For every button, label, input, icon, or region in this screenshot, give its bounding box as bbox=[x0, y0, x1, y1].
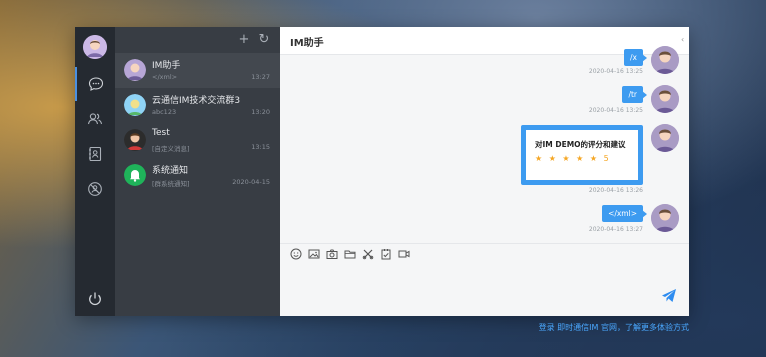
send-icon bbox=[662, 289, 676, 302]
message-time: 2020-04-16 13:26 bbox=[588, 187, 643, 194]
conversation-item[interactable]: 云通信IM技术交流群3 abc123 13:20 bbox=[115, 88, 280, 123]
message-time: 2020-04-16 13:25 bbox=[588, 107, 643, 114]
address-book-icon bbox=[89, 146, 102, 162]
divider bbox=[280, 243, 689, 244]
conversation-name: IM助手 bbox=[152, 61, 181, 71]
message-time: 2020-04-16 13:27 bbox=[588, 226, 643, 233]
list-toolbar: + ↻ bbox=[115, 27, 280, 53]
conversation-name: 云通信IM技术交流群3 bbox=[152, 96, 241, 106]
nav-address-book[interactable] bbox=[75, 137, 115, 171]
camera-icon[interactable] bbox=[325, 247, 339, 261]
chat-panel: IM助手 ‹ /x 2020-04-16 13:25 /tr 2020-04-1… bbox=[280, 27, 689, 316]
conversation-preview: </xml> bbox=[152, 73, 178, 81]
conversation-list: + ↻ IM助手 </xml> 13:27 云通信IM技术交流群3 abc123… bbox=[115, 27, 280, 316]
folder-icon[interactable] bbox=[343, 247, 357, 261]
checklist-icon[interactable] bbox=[379, 247, 393, 261]
nav-chat[interactable] bbox=[75, 67, 115, 101]
contacts-icon bbox=[87, 113, 103, 125]
avatar bbox=[651, 85, 679, 113]
conversation-preview: [自定义消息] bbox=[152, 145, 190, 153]
conversation-item[interactable]: Test [自定义消息] 13:15 bbox=[115, 123, 280, 158]
image-icon[interactable] bbox=[307, 247, 321, 261]
avatar bbox=[124, 59, 146, 81]
avatar bbox=[651, 46, 679, 74]
message-bubble: </xml> bbox=[602, 205, 647, 222]
conversation-time: 13:27 bbox=[251, 73, 270, 81]
star-rating: ★ ★ ★ ★ ★ 5 bbox=[535, 154, 611, 163]
add-icon[interactable]: + bbox=[237, 33, 251, 47]
conversation-name: Test bbox=[152, 128, 170, 138]
official-site-link[interactable]: 登录 即时通信IM 官网，了解更多体验方式 bbox=[539, 322, 689, 333]
avatar bbox=[651, 204, 679, 232]
avatar bbox=[651, 124, 679, 152]
nav-contacts[interactable] bbox=[75, 102, 115, 136]
rating-card[interactable]: 对IM DEMO的评分和建议 ★ ★ ★ ★ ★ 5 bbox=[521, 125, 643, 185]
avatar bbox=[124, 94, 146, 116]
message-bubble: /x bbox=[624, 49, 647, 66]
conversation-time: 13:20 bbox=[251, 108, 270, 116]
conversation-preview: [群系统通知] bbox=[152, 180, 190, 188]
chevron-left-icon[interactable]: ‹ bbox=[681, 35, 689, 45]
bell-icon bbox=[124, 164, 146, 186]
conversation-item[interactable]: IM助手 </xml> 13:27 bbox=[115, 53, 280, 88]
user-avatar[interactable] bbox=[83, 35, 107, 59]
video-icon[interactable] bbox=[397, 247, 411, 261]
im-app-window: + ↻ IM助手 </xml> 13:27 云通信IM技术交流群3 abc123… bbox=[75, 27, 689, 316]
message-bubble: /tr bbox=[622, 86, 647, 103]
avatar bbox=[124, 129, 146, 151]
nav-blacklist[interactable] bbox=[75, 172, 115, 206]
conversation-item[interactable]: 系统通知 [群系统通知] 2020-04-15 bbox=[115, 158, 280, 193]
conversation-time: 13:15 bbox=[251, 143, 270, 151]
logout-button[interactable] bbox=[75, 282, 115, 316]
rating-value: 5 bbox=[603, 154, 611, 163]
conversation-preview: abc123 bbox=[152, 108, 177, 116]
card-title: 对IM DEMO的评分和建议 bbox=[535, 140, 626, 149]
message-time: 2020-04-16 13:25 bbox=[588, 68, 643, 75]
nav-sidebar bbox=[75, 27, 115, 316]
blacklist-icon bbox=[88, 182, 102, 196]
emoji-icon[interactable] bbox=[289, 247, 303, 261]
composer-toolbar bbox=[289, 247, 411, 261]
power-icon bbox=[89, 292, 101, 306]
refresh-icon[interactable]: ↻ bbox=[257, 33, 271, 47]
tools-icon[interactable] bbox=[361, 247, 375, 261]
send-button[interactable] bbox=[661, 288, 677, 304]
conversation-name: 系统通知 bbox=[152, 166, 189, 176]
star-icons: ★ ★ ★ ★ ★ bbox=[535, 154, 600, 163]
chat-icon bbox=[88, 77, 104, 91]
conversation-time: 2020-04-15 bbox=[232, 178, 270, 186]
chat-title: IM助手 bbox=[290, 38, 324, 49]
